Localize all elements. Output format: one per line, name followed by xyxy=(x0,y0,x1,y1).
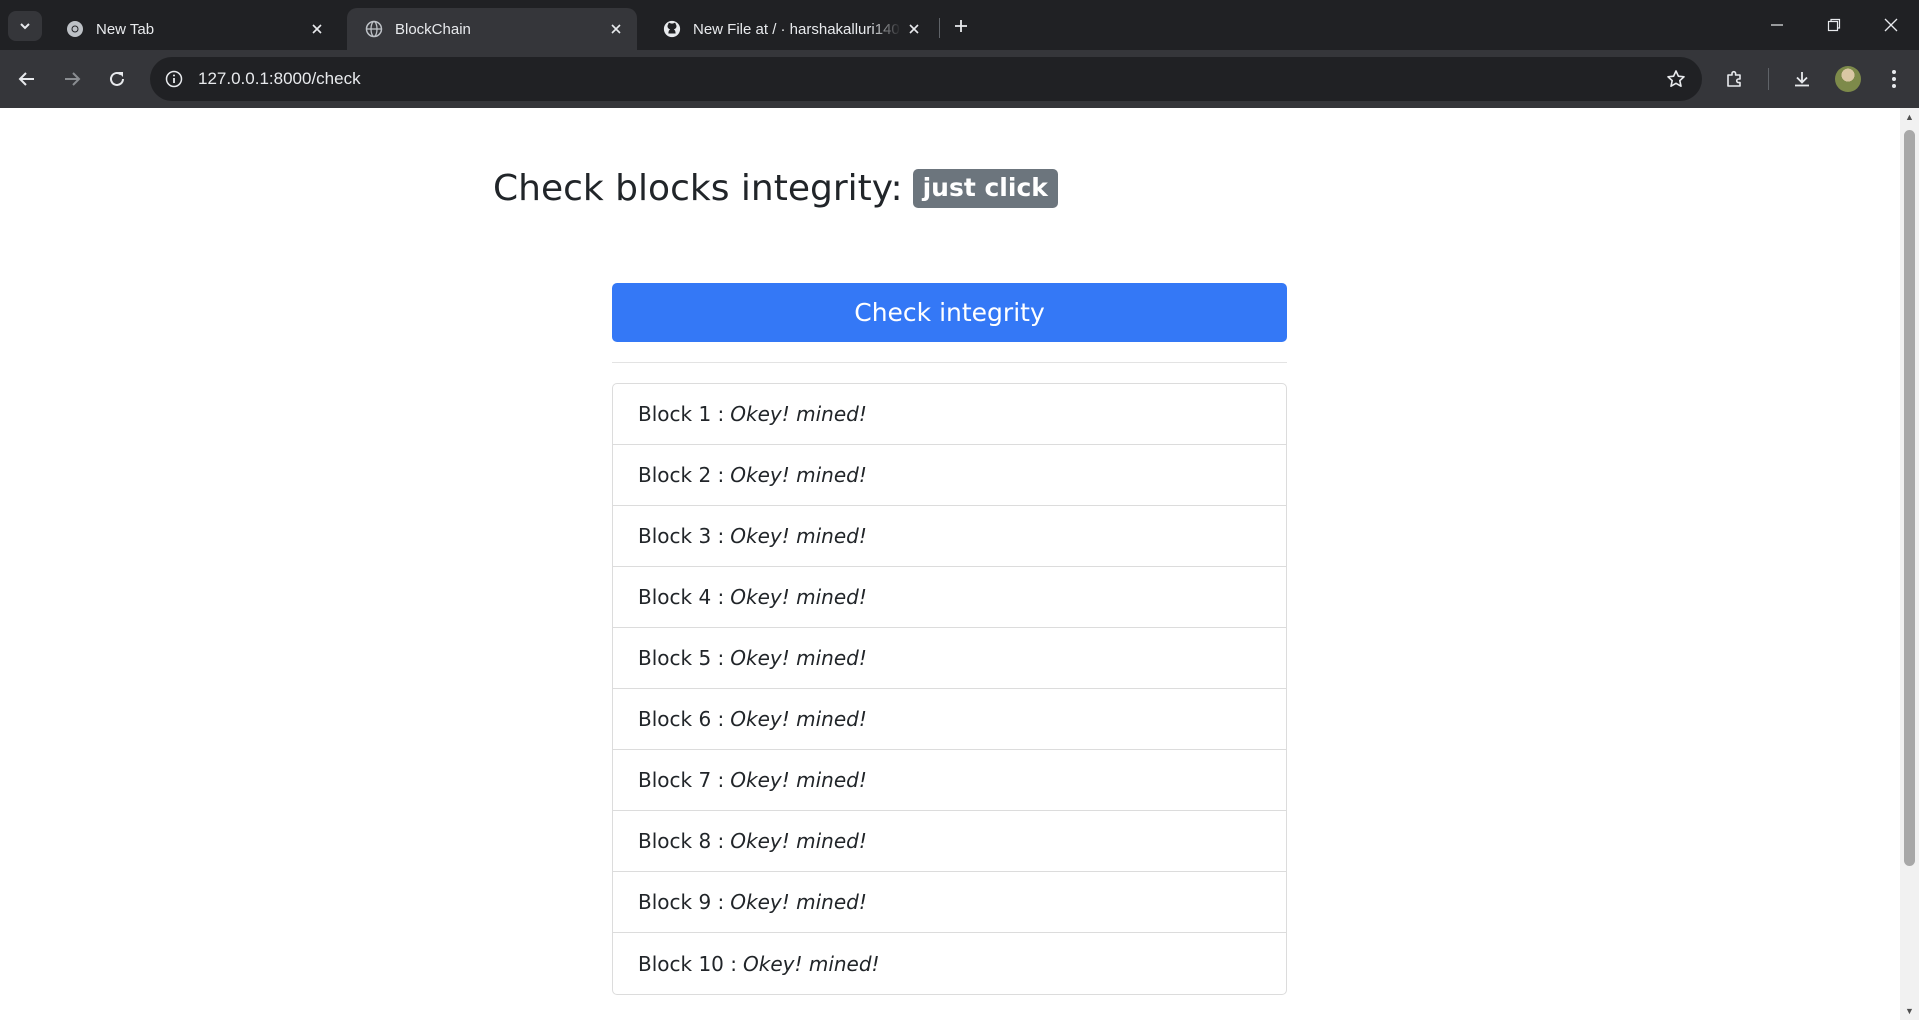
minimize-button[interactable] xyxy=(1748,0,1806,50)
block-status: Okey! mined! xyxy=(730,707,867,731)
divider xyxy=(612,362,1287,363)
block-status: Okey! mined! xyxy=(730,890,867,914)
block-status: Okey! mined! xyxy=(730,829,867,853)
block-label: Block 8 : xyxy=(638,829,725,853)
tab-title: New Tab xyxy=(96,20,155,38)
list-item: Block 8 : Okey! mined! xyxy=(613,811,1286,872)
kebab-menu-icon xyxy=(1892,70,1896,88)
list-item: Block 1 : Okey! mined! xyxy=(613,384,1286,445)
block-label: Block 3 : xyxy=(638,524,725,548)
block-status: Okey! mined! xyxy=(730,524,867,548)
reload-button[interactable] xyxy=(99,61,135,97)
list-item: Block 6 : Okey! mined! xyxy=(613,689,1286,750)
block-status: Okey! mined! xyxy=(730,402,867,426)
arrow-right-icon xyxy=(65,72,81,86)
close-tab-icon[interactable] xyxy=(304,16,330,42)
downloads-button[interactable] xyxy=(1784,61,1820,97)
scroll-up-arrow-icon[interactable]: ▲ xyxy=(1904,112,1915,122)
profile-avatar[interactable] xyxy=(1835,66,1861,92)
list-item: Block 7 : Okey! mined! xyxy=(613,750,1286,811)
url-text[interactable]: 127.0.0.1:8000/check xyxy=(198,69,361,89)
list-item: Block 9 : Okey! mined! xyxy=(613,872,1286,933)
list-item: Block 3 : Okey! mined! xyxy=(613,506,1286,567)
close-tab-icon[interactable] xyxy=(603,16,629,42)
block-label: Block 9 : xyxy=(638,890,725,914)
block-label: Block 2 : xyxy=(638,463,725,487)
block-status: Okey! mined! xyxy=(730,768,867,792)
toolbar-divider xyxy=(1768,68,1769,90)
extensions-button[interactable] xyxy=(1717,61,1753,97)
back-button[interactable] xyxy=(9,61,45,97)
block-label: Block 10 : xyxy=(638,951,737,976)
list-item: Block 5 : Okey! mined! xyxy=(613,628,1286,689)
address-bar[interactable]: 127.0.0.1:8000/check xyxy=(150,57,1702,101)
page-scrollbar[interactable]: ▲ ▼ xyxy=(1900,108,1919,1020)
reload-icon xyxy=(110,71,124,86)
block-status: Okey! mined! xyxy=(730,463,867,487)
menu-button[interactable] xyxy=(1876,61,1912,97)
block-label: Block 7 : xyxy=(638,768,725,792)
close-window-button[interactable] xyxy=(1862,0,1919,50)
arrow-left-icon xyxy=(18,72,34,86)
block-status: Okey! mined! xyxy=(730,646,867,670)
plus-icon xyxy=(955,20,967,32)
tab-title: BlockChain xyxy=(395,20,471,38)
close-tab-icon[interactable] xyxy=(901,16,927,42)
block-status: Okey! mined! xyxy=(730,585,867,609)
tab-blockchain[interactable]: BlockChain xyxy=(347,8,637,50)
page-heading: Check blocks integrity: just click xyxy=(493,168,1058,209)
tab-search-button[interactable] xyxy=(8,11,42,41)
list-item: Block 10 : Okey! mined! xyxy=(613,933,1286,994)
list-item: Block 2 : Okey! mined! xyxy=(613,445,1286,506)
minimize-icon xyxy=(1771,24,1783,26)
check-integrity-button[interactable]: Check integrity xyxy=(612,283,1287,342)
chevron-down-icon xyxy=(20,23,30,30)
list-item: Block 4 : Okey! mined! xyxy=(613,567,1286,628)
restore-button[interactable] xyxy=(1805,0,1863,50)
new-tab-button[interactable] xyxy=(945,10,977,42)
tab-github[interactable]: New File at / · harshakalluri1403 xyxy=(645,8,935,50)
close-icon xyxy=(1884,18,1898,32)
browser-toolbar: 127.0.0.1:8000/check xyxy=(0,50,1919,108)
tab-strip: New Tab BlockChain New File at / · harsh… xyxy=(0,0,1919,50)
blocks-list: Block 1 : Okey! mined! Block 2 : Okey! min… xyxy=(612,383,1287,995)
scroll-down-arrow-icon[interactable]: ▼ xyxy=(1904,1006,1915,1016)
puzzle-icon xyxy=(1727,70,1741,87)
forward-button[interactable] xyxy=(54,61,90,97)
page-viewport: Check blocks integrity: just click Check… xyxy=(0,108,1900,1020)
tab-title: New File at / · harshakalluri1403 xyxy=(693,20,901,38)
tab-new-tab[interactable]: New Tab xyxy=(48,8,338,50)
block-label: Block 5 : xyxy=(638,646,725,670)
block-status: Okey! mined! xyxy=(743,951,880,976)
block-label: Block 4 : xyxy=(638,585,725,609)
heading-text: Check blocks integrity: xyxy=(493,168,903,209)
download-icon xyxy=(1795,72,1809,87)
bookmark-star-icon[interactable] xyxy=(1662,65,1690,93)
chrome-icon xyxy=(66,20,84,38)
block-label: Block 1 : xyxy=(638,402,725,426)
restore-icon xyxy=(1827,18,1841,32)
tab-separator xyxy=(939,18,940,38)
block-label: Block 6 : xyxy=(638,707,725,731)
just-click-badge: just click xyxy=(912,169,1058,208)
globe-icon xyxy=(365,20,383,38)
site-info-icon[interactable] xyxy=(160,65,188,93)
github-icon xyxy=(663,20,681,38)
scrollbar-thumb[interactable] xyxy=(1904,130,1915,866)
